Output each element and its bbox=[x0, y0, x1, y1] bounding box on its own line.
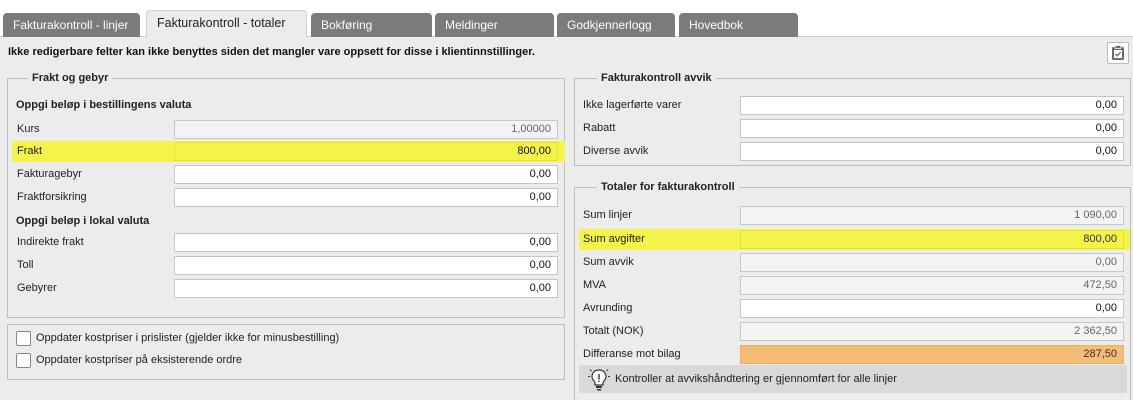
content-area: Ikke redigerbare felter kan ikke benytte… bbox=[0, 37, 1133, 400]
indirekte-frakt-field[interactable]: 0,00 bbox=[174, 233, 558, 252]
totalt-nok-field: 2 362,50 bbox=[740, 322, 1124, 341]
tab-fakturakontroll-totaler[interactable]: Fakturakontroll - totaler bbox=[146, 10, 307, 38]
tab-meldinger[interactable]: Meldinger bbox=[435, 13, 554, 37]
field-label: Diverse avvik bbox=[583, 145, 649, 157]
diverse-avvik-field[interactable]: 0,00 bbox=[740, 142, 1124, 161]
checkbox-label: Oppdater kostpriser i prislister (gjelde… bbox=[36, 332, 340, 344]
fraktforsikring-field[interactable]: 0,00 bbox=[174, 188, 558, 207]
sum-linjer-field: 1 090,00 bbox=[740, 206, 1124, 225]
tab-bar: Fakturakontroll - linjer Fakturakontroll… bbox=[0, 0, 1133, 38]
ikke-lagerforte-varer-field[interactable]: 0,00 bbox=[740, 96, 1124, 115]
field-row-toll: Toll 0,00 bbox=[8, 256, 564, 275]
field-label: Rabatt bbox=[583, 122, 616, 134]
field-label: MVA bbox=[583, 279, 607, 291]
field-row-ikke-lagerforte: Ikke lagerførte varer 0,00 bbox=[575, 96, 1130, 115]
checkbox-row: Oppdater kostpriser i prislister (gjelde… bbox=[16, 329, 339, 347]
oppdater-prislister-checkbox[interactable] bbox=[16, 330, 31, 346]
sum-avvik-field: 0,00 bbox=[740, 253, 1124, 272]
info-message: Ikke redigerbare felter kan ikke benytte… bbox=[8, 46, 535, 58]
field-row-diverse-avvik: Diverse avvik 0,00 bbox=[575, 142, 1130, 161]
field-row-kurs: Kurs 1,00000 bbox=[8, 120, 564, 139]
field-row-sum-avgifter: Sum avgifter 800,00 bbox=[575, 230, 1130, 249]
field-label: Frakt bbox=[17, 145, 43, 157]
panel-legend: Frakt og gebyr bbox=[28, 72, 113, 84]
field-row-mva: MVA 472,50 bbox=[575, 276, 1130, 295]
section-title: Oppgi beløp i bestillingens valuta bbox=[16, 99, 192, 111]
field-label: Differanse mot bilag bbox=[583, 348, 681, 360]
clipboard-check-icon bbox=[1112, 45, 1124, 60]
notice-text: Kontroller at avvikshåndtering er gjenno… bbox=[615, 373, 897, 385]
clipboard-button[interactable] bbox=[1107, 42, 1129, 64]
field-row-sum-linjer: Sum linjer 1 090,00 bbox=[575, 206, 1130, 225]
tab-bokforing[interactable]: Bokføring bbox=[311, 13, 432, 37]
field-row-rabatt: Rabatt 0,00 bbox=[575, 119, 1130, 138]
field-row-differanse: Differanse mot bilag 287,50 bbox=[575, 345, 1130, 364]
field-row-totalt-nok: Totalt (NOK) 2 362,50 bbox=[575, 322, 1130, 341]
fakturakontroll-avvik-panel: Fakturakontroll avvik Ikke lagerførte va… bbox=[574, 72, 1131, 166]
tab-godkjennerlogg[interactable]: Godkjennerlogg bbox=[557, 13, 675, 37]
kostpris-options-panel: Oppdater kostpriser i prislister (gjelde… bbox=[7, 324, 565, 380]
frakt-field[interactable]: 800,00 bbox=[174, 142, 558, 161]
field-row-fakturagebyr: Fakturagebyr 0,00 bbox=[8, 165, 564, 184]
totaler-panel: Totaler for fakturakontroll Sum linjer 1… bbox=[574, 181, 1131, 400]
field-label: Gebyrer bbox=[17, 282, 57, 294]
field-label: Sum avvik bbox=[583, 256, 634, 268]
field-row-sum-avvik: Sum avvik 0,00 bbox=[575, 253, 1130, 272]
panel-legend: Totaler for fakturakontroll bbox=[597, 181, 739, 193]
gebyrer-field[interactable]: 0,00 bbox=[174, 279, 558, 298]
field-row-fraktforsikring: Fraktforsikring 0,00 bbox=[8, 188, 564, 207]
field-row-gebyrer: Gebyrer 0,00 bbox=[8, 279, 564, 298]
tab-fakturakontroll-linjer[interactable]: Fakturakontroll - linjer bbox=[3, 13, 140, 37]
avrunding-field[interactable]: 0,00 bbox=[740, 299, 1124, 318]
oppdater-ordre-checkbox[interactable] bbox=[16, 352, 31, 368]
avvik-notice: Kontroller at avvikshåndtering er gjenno… bbox=[579, 365, 1127, 393]
tab-label: Godkjennerlogg bbox=[567, 18, 652, 32]
tab-label: Fakturakontroll - totaler bbox=[157, 16, 286, 30]
tab-hovedbok[interactable]: Hovedbok bbox=[679, 13, 798, 37]
field-row-indirekte-frakt: Indirekte frakt 0,00 bbox=[8, 233, 564, 252]
field-label: Sum avgifter bbox=[583, 233, 645, 245]
panel-legend: Fakturakontroll avvik bbox=[597, 72, 716, 84]
fakturagebyr-field[interactable]: 0,00 bbox=[174, 165, 558, 184]
field-label: Ikke lagerførte varer bbox=[583, 99, 682, 111]
lightbulb-icon bbox=[585, 365, 613, 393]
mva-field: 472,50 bbox=[740, 276, 1124, 295]
tab-label: Bokføring bbox=[321, 18, 373, 32]
field-label: Kurs bbox=[17, 123, 40, 135]
checkbox-row: Oppdater kostpriser på eksisterende ordr… bbox=[16, 351, 242, 369]
frakt-og-gebyr-panel: Frakt og gebyr Oppgi beløp i bestillinge… bbox=[7, 72, 565, 318]
field-label: Fraktforsikring bbox=[17, 191, 87, 203]
field-label: Totalt (NOK) bbox=[583, 325, 644, 337]
rabatt-field[interactable]: 0,00 bbox=[740, 119, 1124, 138]
field-label: Indirekte frakt bbox=[17, 236, 84, 248]
tab-label: Hovedbok bbox=[689, 18, 744, 32]
checkbox-label: Oppdater kostpriser på eksisterende ordr… bbox=[36, 354, 243, 366]
field-label: Fakturagebyr bbox=[17, 168, 82, 180]
field-label: Avrunding bbox=[583, 302, 633, 314]
field-row-avrunding: Avrunding 0,00 bbox=[575, 299, 1130, 318]
tab-label: Fakturakontroll - linjer bbox=[13, 18, 129, 32]
field-label: Toll bbox=[17, 259, 34, 271]
differanse-mot-bilag-field: 287,50 bbox=[740, 345, 1124, 364]
kurs-field: 1,00000 bbox=[174, 120, 558, 139]
section-title: Oppgi beløp i lokal valuta bbox=[16, 215, 150, 227]
field-label: Sum linjer bbox=[583, 209, 632, 221]
toll-field[interactable]: 0,00 bbox=[174, 256, 558, 275]
field-row-frakt: Frakt 800,00 bbox=[8, 142, 564, 161]
sum-avgifter-field: 800,00 bbox=[740, 230, 1124, 249]
tab-label: Meldinger bbox=[445, 18, 498, 32]
